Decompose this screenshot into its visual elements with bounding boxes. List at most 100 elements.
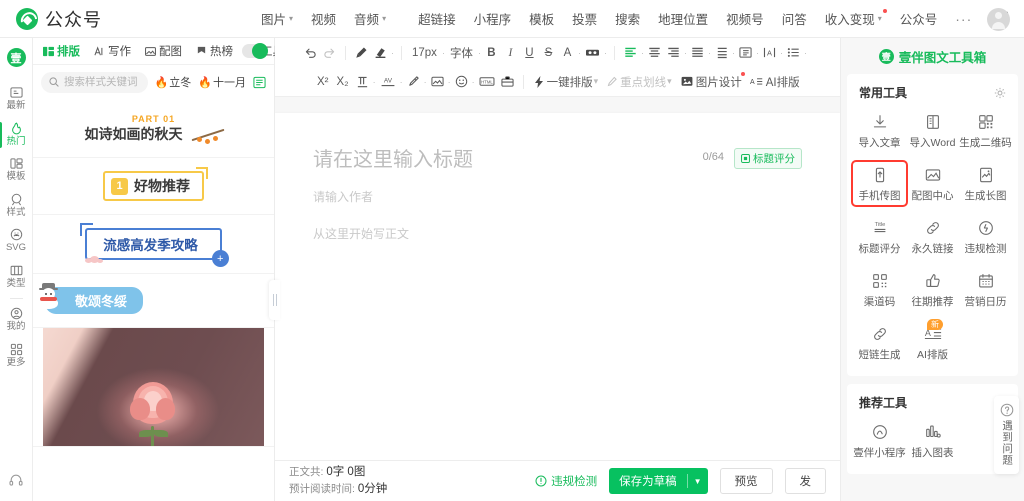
save-draft-button[interactable]: 保存为草稿 ▼ [609, 468, 708, 494]
chip-november[interactable]: 🔥 十一月 [198, 74, 246, 90]
style-card-flu[interactable]: 流感高发季攻略 + [33, 215, 274, 274]
topnav-item-qa[interactable]: 问答 [773, 0, 816, 38]
topnav-item-channels[interactable]: 视频号 [717, 0, 773, 38]
document-page[interactable]: 请在这里输入标题 0/64 标题评分 请输入作者 从这里开始写正文 [275, 113, 840, 460]
topnav-item-miniprogram[interactable]: 小程序 [465, 0, 521, 38]
align-justify-button[interactable] [688, 42, 707, 63]
tab-images[interactable]: 配图 [139, 38, 188, 65]
superscript-button[interactable]: X² [313, 71, 333, 92]
topnav-item-hyperlink[interactable]: 超链接 [409, 0, 465, 38]
tool-title-score[interactable]: Title 标题评分 [853, 215, 906, 258]
ai-layout-button[interactable]: A AI排版 [746, 71, 804, 92]
html-source-button[interactable]: HTML [476, 71, 498, 92]
align-left-button[interactable] [621, 42, 640, 63]
redo-button[interactable] [320, 42, 339, 63]
title-input[interactable]: 请在这里输入标题 [313, 143, 703, 172]
tool-short-link[interactable]: 短链生成 [853, 321, 906, 364]
preview-button[interactable]: 预览 [719, 468, 773, 494]
tab-hotlist[interactable]: 热榜 [190, 38, 239, 65]
rail-item-mine[interactable]: 我的 [0, 301, 33, 337]
tool-yiban-miniprogram[interactable]: 壹伴小程序 [853, 419, 906, 462]
style-card-list[interactable]: PART 01 如诗如画的秋天 1 好物推荐 流感高发季攻略 + 敬颂冬绥 [33, 99, 274, 501]
tool-generate-long-image[interactable]: 生成长图 [959, 162, 1012, 205]
highlight-color-button[interactable] [582, 42, 603, 63]
style-card-photo[interactable] [33, 328, 274, 447]
style-card-goods[interactable]: 1 好物推荐 [33, 158, 274, 215]
tool-generate-qrcode[interactable]: 生成二维码 [959, 109, 1012, 152]
subscript-button[interactable]: X₂ [333, 71, 353, 92]
tool-phone-upload[interactable]: 手机传图 [851, 160, 908, 207]
tool-import-word[interactable]: 导入Word [906, 109, 959, 152]
bullet-list-button[interactable] [784, 42, 803, 63]
user-avatar[interactable] [987, 8, 1010, 31]
chip-lidong[interactable]: 🔥 立冬 [155, 74, 192, 90]
list-view-icon[interactable] [253, 76, 266, 89]
headset-support-icon[interactable] [9, 473, 23, 487]
eyedropper-button[interactable] [404, 71, 423, 92]
line-height-button[interactable] [712, 42, 731, 63]
topnav-item-search[interactable]: 搜索 [606, 0, 649, 38]
topnav-item-audio[interactable]: 音频 ▾ [345, 0, 395, 38]
author-input[interactable]: 请输入作者 [313, 188, 802, 205]
topnav-item-template[interactable]: 模板 [520, 0, 563, 38]
format-brush-button[interactable] [352, 42, 371, 63]
align-center-button[interactable] [645, 42, 664, 63]
rail-item-latest[interactable]: 最新 [0, 80, 33, 116]
search-box[interactable] [41, 71, 148, 93]
bold-button[interactable]: B [482, 42, 501, 63]
emoji-button[interactable] [452, 71, 471, 92]
align-right-button[interactable] [664, 42, 683, 63]
kerning-button[interactable]: AV [377, 71, 399, 92]
paragraph-format-button[interactable] [353, 71, 372, 92]
topnav-item-location[interactable]: 地理位置 [649, 0, 717, 38]
rail-item-more[interactable]: 更多 [0, 337, 33, 373]
underline-button[interactable]: U [520, 42, 539, 63]
style-card-autumn[interactable]: PART 01 如诗如画的秋天 [33, 101, 274, 158]
tab-writing[interactable]: 写作 [88, 38, 137, 65]
tool-marketing-calendar[interactable]: 营销日历 [959, 268, 1012, 311]
insert-image-button[interactable] [428, 71, 447, 92]
italic-button[interactable]: I [501, 42, 520, 63]
tool-violation-check[interactable]: 违规检测 [959, 215, 1012, 258]
key-underline-button[interactable]: 重点划线 ▾ [603, 71, 677, 92]
one-click-layout-button[interactable]: 一键排版 ▾ [530, 71, 604, 92]
rail-item-template[interactable]: 模板 [0, 151, 33, 187]
rail-item-hot[interactable]: 热门 [0, 116, 33, 152]
publish-button[interactable]: 发 [784, 468, 826, 494]
rail-item-style[interactable]: 样式 [0, 187, 33, 223]
topnav-item-vote[interactable]: 投票 [563, 0, 606, 38]
topnav-item-video[interactable]: 视频 [302, 0, 345, 38]
tab-typesetting[interactable]: 排版 [37, 38, 86, 65]
indent-button[interactable] [736, 42, 755, 63]
rail-item-svg[interactable]: SVG [0, 222, 33, 258]
tool-image-center[interactable]: 配图中心 [906, 162, 959, 205]
style-card-winter[interactable]: 敬颂冬绥 [33, 274, 274, 328]
undo-button[interactable] [301, 42, 320, 63]
toolbox-button[interactable] [498, 71, 517, 92]
topnav-item-monetization[interactable]: 收入变现 ▾ [816, 0, 891, 38]
topnav-item-official-account[interactable]: 公众号 [891, 0, 947, 38]
chevron-down-icon[interactable]: ▼ [688, 477, 708, 486]
image-design-button[interactable]: 图片设计 [677, 71, 746, 92]
tool-insert-chart[interactable]: 插入图表 [906, 419, 959, 462]
tool-permanent-link[interactable]: 永久链接 [906, 215, 959, 258]
rail-item-category[interactable]: 类型 [0, 258, 33, 294]
topnav-more-button[interactable]: ··· [946, 0, 981, 38]
body-input[interactable]: 从这里开始写正文 [313, 225, 802, 242]
help-tab-button[interactable]: 遇到问题 [994, 396, 1019, 474]
tool-ai-layout[interactable]: 新 A AI排版 [906, 319, 959, 364]
tool-past-recommendation[interactable]: 往期推荐 [906, 268, 959, 311]
tool-channel-qr[interactable]: 渠道码 [853, 268, 906, 311]
title-score-badge[interactable]: 标题评分 [734, 148, 802, 169]
letter-spacing-button[interactable]: A [760, 42, 779, 63]
font-family-select[interactable]: 字体 [446, 42, 477, 63]
topnav-item-image[interactable]: 图片 ▾ [252, 0, 302, 38]
gear-icon[interactable] [994, 87, 1006, 99]
font-color-button[interactable]: A [558, 42, 577, 63]
search-input[interactable] [64, 76, 140, 88]
font-size-select[interactable]: 17px [408, 42, 441, 63]
panel-toggle-switch[interactable] [242, 43, 268, 59]
clear-format-button[interactable] [371, 42, 390, 63]
panel-resize-handle[interactable] [269, 280, 280, 320]
strikethrough-button[interactable]: S [539, 42, 558, 63]
